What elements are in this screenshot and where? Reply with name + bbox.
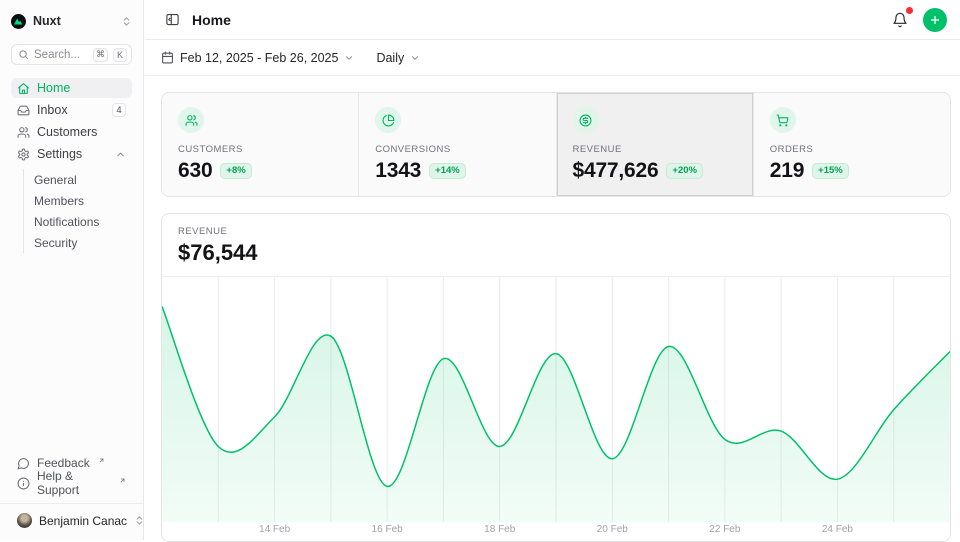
chart-pie-icon [375,107,401,133]
external-link-icon [119,477,126,484]
chevrons-up-down-icon [121,16,132,27]
users-icon [178,107,204,133]
sidebar-item-members[interactable]: Members [24,190,132,211]
x-tick-label: 16 Feb [372,524,403,535]
notifications-button[interactable] [889,9,911,31]
chart-label: REVENUE [178,226,934,237]
x-tick-label: 24 Feb [822,524,853,535]
sidebar-item-home[interactable]: Home [11,78,132,98]
stat-card-customers[interactable]: CUSTOMERS 630 +8% [162,93,359,196]
main-area: Home Feb 12, 2025 - Feb 26, 2025 Daily [145,0,960,540]
nuxt-logo-icon [11,14,26,29]
user-name: Benjamin Canac [39,514,127,528]
sidebar-item-label: Home [37,81,70,95]
collapse-sidebar-button[interactable] [161,9,183,31]
x-tick-label: 22 Feb [709,524,740,535]
revenue-chart-card: REVENUE $76,544 14 Feb 16 Feb 18 Feb 20 Feb… [161,213,951,542]
stat-label: CONVERSIONS [375,144,539,155]
home-icon [17,82,30,95]
x-tick-label: 18 Feb [484,524,515,535]
page-title: Home [192,12,231,28]
users-icon [17,126,30,139]
stat-delta-badge: +14% [429,163,466,179]
sidebar-item-settings[interactable]: Settings [11,144,132,164]
plus-icon [929,14,941,26]
chevron-up-icon [115,149,126,160]
inbox-count-badge: 4 [112,103,126,117]
stat-label: CUSTOMERS [178,144,342,155]
revenue-area-chart[interactable] [162,276,950,521]
stat-delta-badge: +8% [220,163,251,179]
info-circle-icon [17,477,30,490]
chart-header: REVENUE $76,544 [162,214,950,276]
chevrons-up-down-icon [134,515,145,526]
sidebar-item-general[interactable]: General [24,169,132,190]
sidebar-item-security[interactable]: Security [24,232,132,253]
date-range-picker[interactable]: Feb 12, 2025 - Feb 26, 2025 [161,51,354,65]
date-range-label: Feb 12, 2025 - Feb 26, 2025 [180,51,338,65]
panel-left-icon [165,12,180,27]
dollar-circle-icon [573,107,599,133]
sidebar-item-help-support[interactable]: Help & Support [11,473,132,493]
workspace-name: Nuxt [33,14,114,28]
settings-sub-list: General Members Notifications Security [23,169,132,253]
period-label: Daily [376,51,404,65]
sidebar-item-label: Inbox [37,103,68,117]
kbd-cmd: ⌘ [93,48,108,62]
chart-x-axis-labels: 14 Feb 16 Feb 18 Feb 20 Feb 22 Feb 24 Feb [162,521,950,541]
gear-icon [17,148,30,161]
x-tick-label: 20 Feb [597,524,628,535]
sidebar-spacer [11,253,132,453]
sidebar-item-customers[interactable]: Customers [11,122,132,142]
cart-icon [770,107,796,133]
sidebar-item-label: Customers [37,125,97,139]
stat-delta-badge: +20% [666,163,703,179]
footer-item-label: Feedback [37,456,90,470]
stat-value: 630 [178,159,212,183]
bell-icon [892,12,908,28]
x-tick-label: 14 Feb [259,524,290,535]
chart-value: $76,544 [178,240,934,266]
sidebar-item-inbox[interactable]: Inbox 4 [11,100,132,120]
stat-card-revenue[interactable]: REVENUE $477,626 +20% [557,93,754,196]
stat-value: 219 [770,159,804,183]
chevron-down-icon [410,53,420,63]
calendar-icon [161,51,174,64]
filters-toolbar: Feb 12, 2025 - Feb 26, 2025 Daily [145,40,960,76]
stat-value: $477,626 [573,159,659,183]
avatar [17,513,32,528]
period-select[interactable]: Daily [376,51,420,65]
header-actions [889,8,947,32]
sidebar-item-label: Settings [37,147,82,161]
sidebar-item-notifications[interactable]: Notifications [24,211,132,232]
sidebar: Nuxt ⌘ K Home Inbox 4 [0,0,144,540]
search-field[interactable] [34,49,88,61]
kbd-k: K [113,48,127,62]
dashboard-content: CUSTOMERS 630 +8% CONVERSIONS 1343 +14% [145,76,960,542]
message-bubble-icon [17,457,30,470]
inbox-icon [17,104,30,117]
user-menu[interactable]: Benjamin Canac [11,504,132,528]
stat-card-conversions[interactable]: CONVERSIONS 1343 +14% [359,93,556,196]
header: Home [145,0,960,40]
stat-label: ORDERS [770,144,934,155]
footer-item-label: Help & Support [37,469,111,497]
search-icon [18,49,29,60]
stats-strip: CUSTOMERS 630 +8% CONVERSIONS 1343 +14% [161,92,951,197]
notification-dot [906,7,913,14]
add-button[interactable] [923,8,947,32]
stat-label: REVENUE [573,144,737,155]
stat-value: 1343 [375,159,421,183]
external-link-icon [98,457,105,464]
search-input[interactable]: ⌘ K [11,44,132,65]
stat-card-orders[interactable]: ORDERS 219 +15% [754,93,950,196]
stat-delta-badge: +15% [812,163,849,179]
sidebar-nav: Home Inbox 4 Customers Settings Genera [11,78,132,253]
workspace-switcher[interactable]: Nuxt [11,10,132,32]
chevron-down-icon [344,53,354,63]
